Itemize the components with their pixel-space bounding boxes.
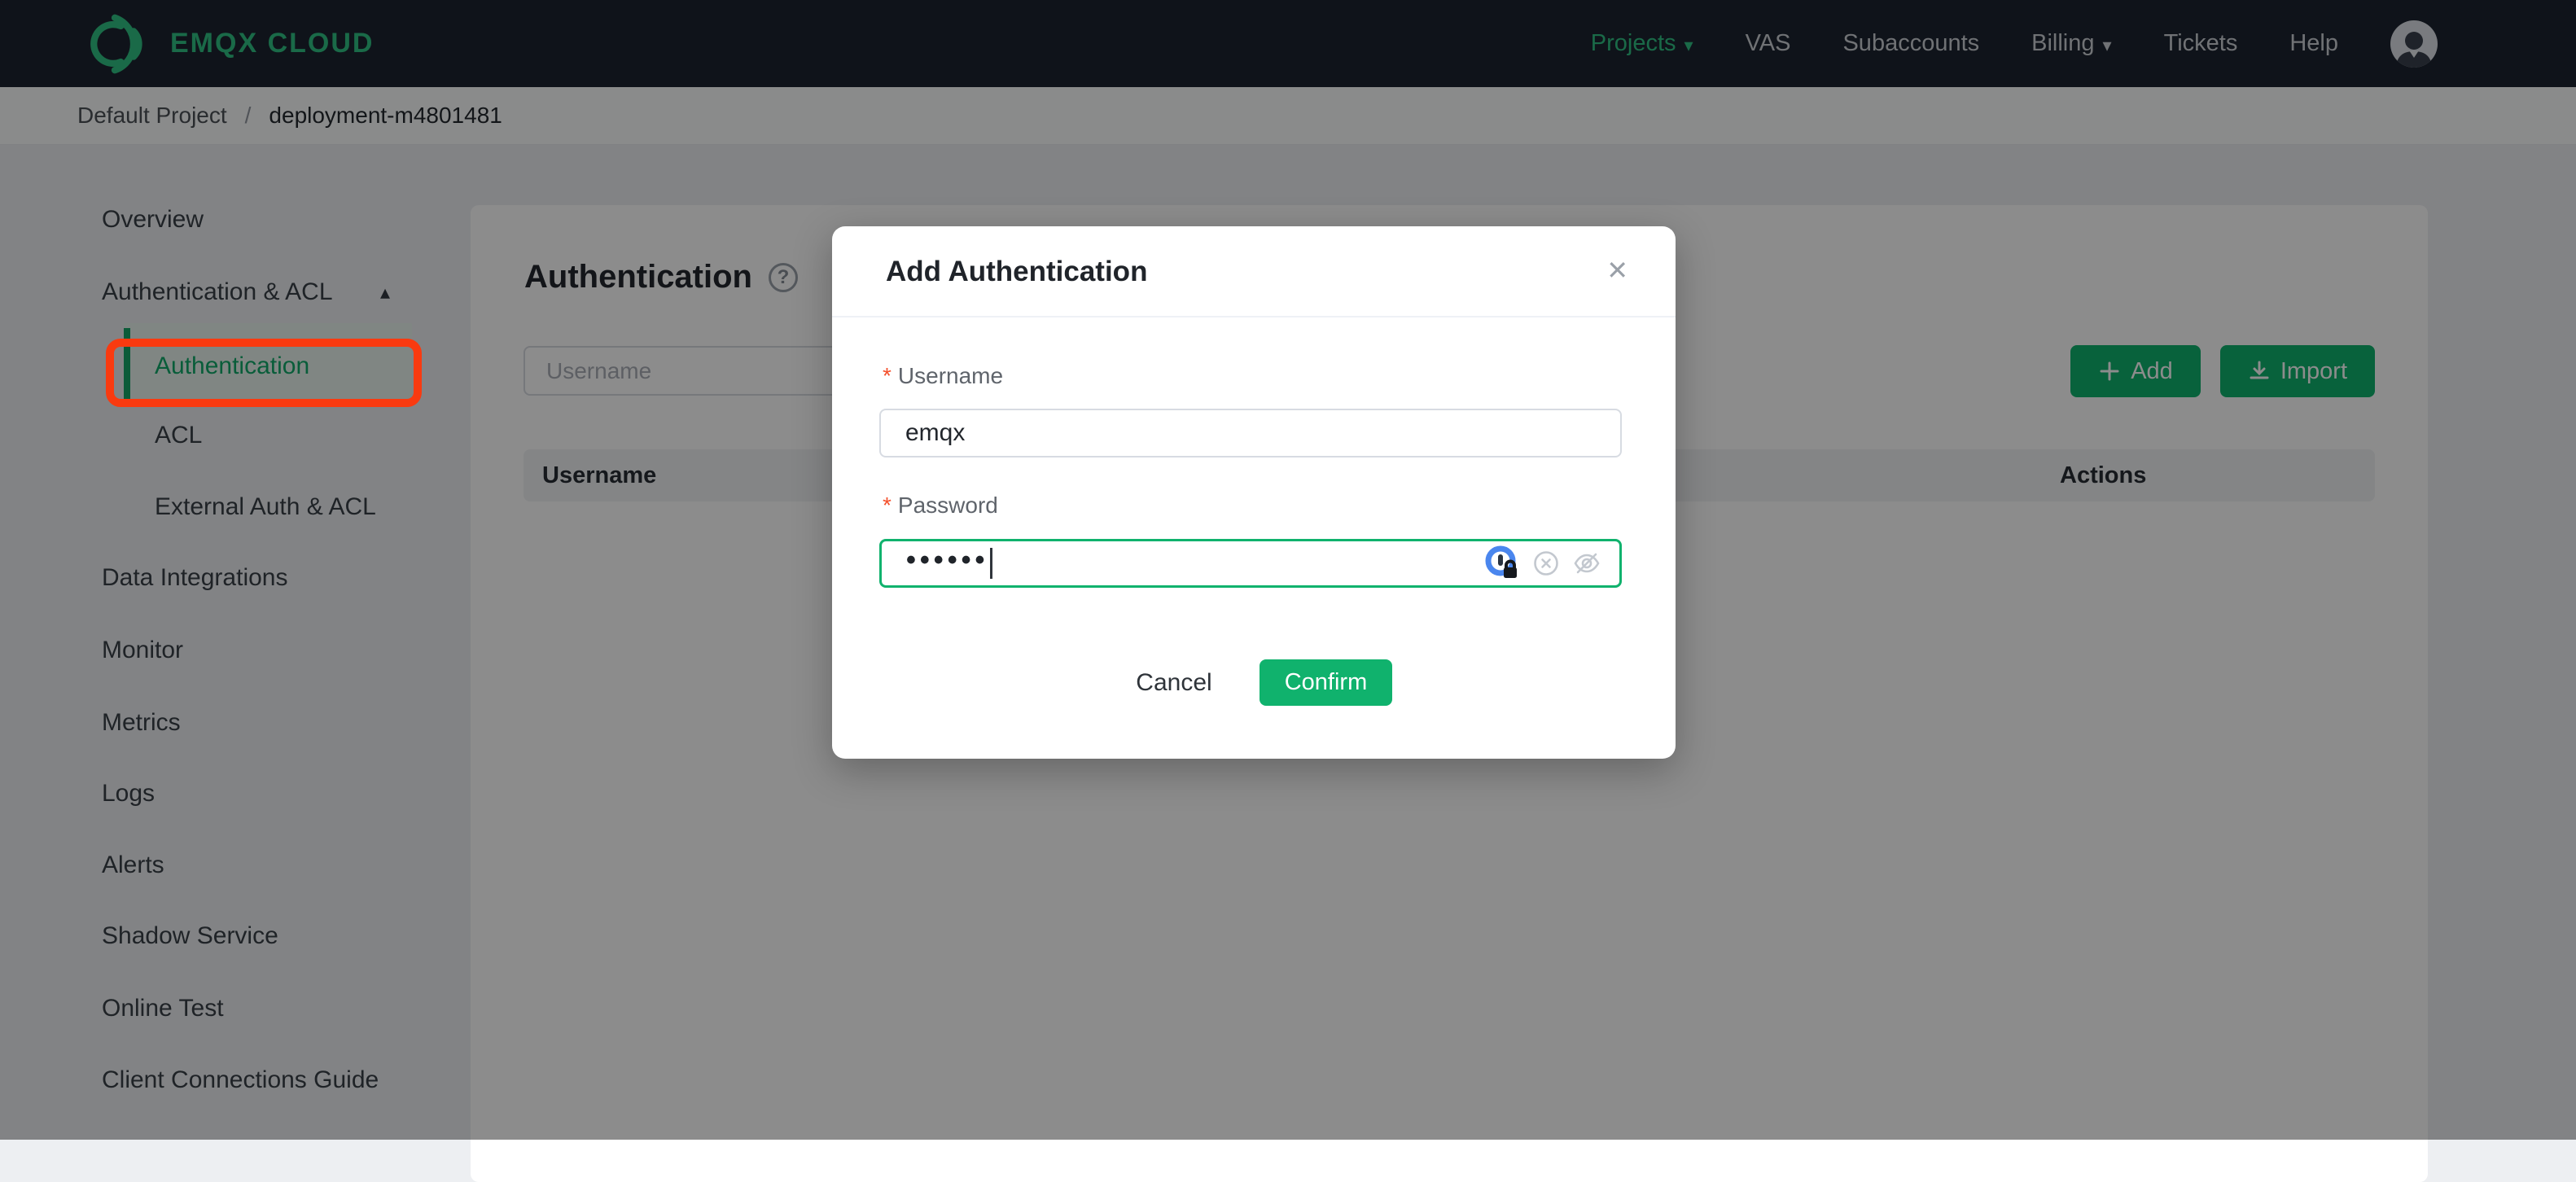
dialog-footer: Cancel Confirm — [832, 650, 1676, 715]
password-field-label: * Password — [883, 492, 998, 519]
username-input[interactable] — [879, 409, 1622, 457]
required-asterisk: * — [883, 363, 892, 388]
cancel-button[interactable]: Cancel — [1135, 659, 1213, 706]
masked-password-value: •••••• — [906, 545, 989, 576]
dialog-title: Add Authentication — [886, 256, 1148, 287]
label-text: Password — [897, 492, 998, 518]
clear-input-icon[interactable] — [1533, 550, 1559, 576]
toggle-password-visibility-icon[interactable] — [1572, 550, 1601, 576]
confirm-button[interactable]: Confirm — [1260, 659, 1392, 706]
add-authentication-dialog: Add Authentication ✕ * Username * Passwo… — [832, 226, 1676, 759]
password-input[interactable]: •••••• — [879, 539, 1622, 588]
dialog-header: Add Authentication ✕ — [832, 226, 1676, 317]
close-icon[interactable]: ✕ — [1606, 257, 1628, 283]
username-field-label: * Username — [883, 363, 1003, 389]
text-cursor — [990, 548, 993, 579]
label-text: Username — [897, 363, 1004, 388]
required-asterisk: * — [883, 492, 892, 518]
onepassword-icon[interactable] — [1484, 545, 1520, 582]
